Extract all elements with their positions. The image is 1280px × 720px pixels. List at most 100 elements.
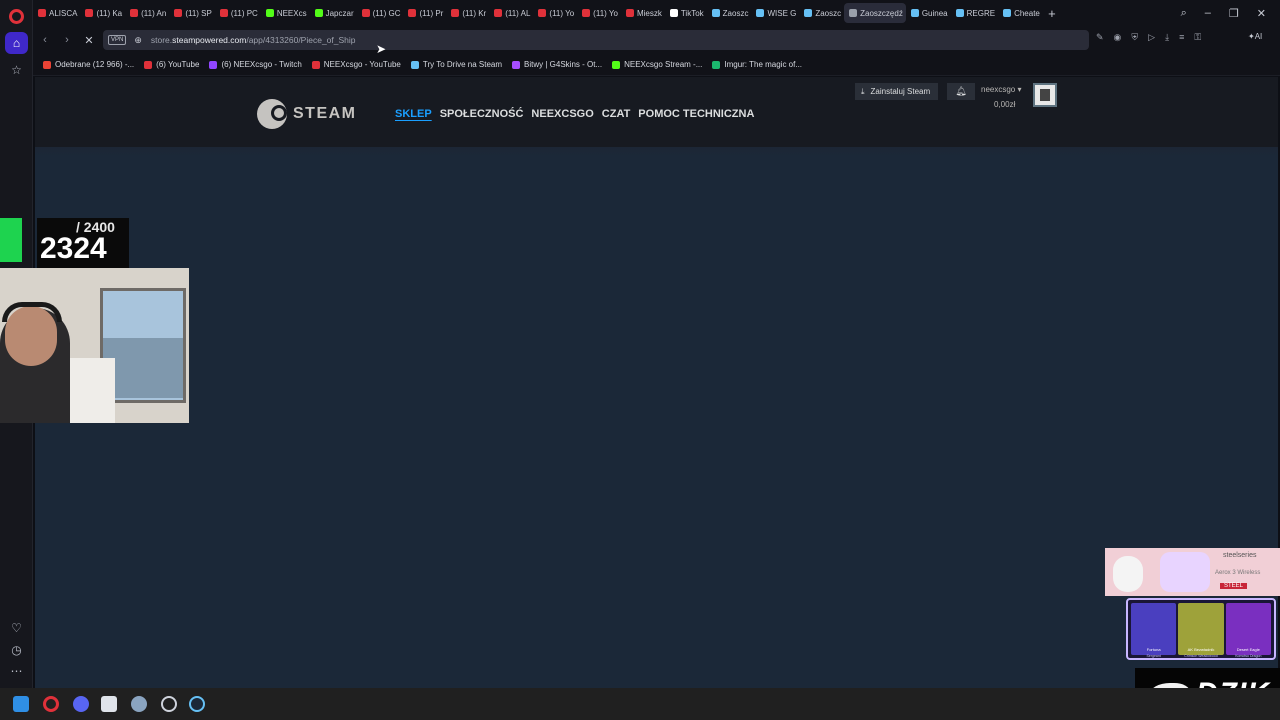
steam-nav-item[interactable]: POMOC TECHNICZNA (638, 108, 754, 120)
obs-icon[interactable] (161, 696, 177, 712)
play-icon[interactable]: ▷ (1148, 32, 1155, 43)
browser-tab[interactable]: (11) Ka (80, 3, 125, 23)
store-subnav (35, 147, 1278, 157)
tab-favicon-icon (538, 9, 547, 17)
browser-tab[interactable]: (11) AL (489, 3, 533, 23)
bookmark-label: (6) NEEXcsgo - Twitch (221, 60, 302, 69)
bookmark-item[interactable]: Bitwy | G4Skins - Ot... (512, 60, 602, 69)
aria-ai-button[interactable]: ✦AI (1248, 32, 1262, 41)
bookmark-favicon-icon (512, 60, 521, 69)
avatar[interactable] (1033, 83, 1057, 107)
browser-tab[interactable]: (11) Pr (403, 3, 446, 23)
skin-subtitle: Sergeant (1146, 654, 1161, 658)
bookmark-item[interactable]: NEEXcsgo Stream -... (612, 60, 702, 69)
browser-tab[interactable]: Japczar (310, 3, 357, 23)
browser-tab[interactable]: Mieszk (621, 3, 665, 23)
address-tools: ✎ ◉ ⛨ ▷ ⤓ ≡ ⚿ (1096, 32, 1201, 43)
tab-favicon-icon (174, 9, 183, 17)
shield-icon[interactable]: ⛨ (1131, 32, 1138, 43)
account-name: neexcsgo (981, 85, 1016, 94)
heart-icon[interactable]: ♡ (8, 619, 25, 636)
forward-icon[interactable]: › (59, 32, 75, 48)
browser-tab[interactable]: (11) Yo (533, 3, 577, 23)
browser-tab[interactable]: Zaoszc (799, 3, 844, 23)
browser-tab[interactable]: Guinea (906, 3, 951, 23)
download-icon[interactable]: ⤓ (1165, 32, 1169, 43)
opera-taskbar-icon[interactable] (43, 696, 59, 712)
back-icon[interactable]: ‹ (37, 32, 53, 48)
camera-icon[interactable]: ◉ (1114, 32, 1122, 43)
history-icon[interactable]: ◷ (8, 641, 25, 658)
search-icon[interactable]: ⌕ (1181, 7, 1187, 20)
browser-tab[interactable]: Zaoszczędź (844, 3, 906, 23)
browser-tab[interactable]: TikTok (665, 3, 707, 23)
bookmark-item[interactable]: NEEXcsgo - YouTube (311, 60, 401, 69)
star-icon[interactable]: ☆ (8, 61, 25, 78)
more-icon[interactable]: ⋯ (8, 662, 25, 679)
edit-icon[interactable]: ✎ (1096, 32, 1104, 43)
bookmarks-bar: Odebrane (12 966) -... (6) YouTube (6) NEE… (33, 54, 1280, 76)
browser-tab[interactable]: (11) GC (357, 3, 404, 23)
discord-icon[interactable] (73, 696, 89, 712)
steam-taskbar-icon[interactable] (189, 696, 205, 712)
close-icon[interactable]: ✕ (1257, 7, 1266, 20)
steam-nav-item[interactable]: NEEXCSGO (531, 108, 593, 120)
tab-label: (11) Kr (462, 8, 487, 18)
install-steam-button[interactable]: ⤓ Zainstaluj Steam (855, 83, 939, 100)
notifications-button[interactable]: 🔔︎ (947, 83, 975, 100)
browser-tab[interactable]: (11) Yo (577, 3, 621, 23)
url-text[interactable]: store.steampowered.com/app/4313260/Piece… (151, 35, 356, 45)
bookmark-item[interactable]: Odebrane (12 966) -... (43, 60, 134, 69)
minimize-icon[interactable]: – (1205, 7, 1211, 19)
bookmark-item[interactable]: Imgur: The magic of... (712, 60, 802, 69)
tab-favicon-icon (849, 9, 858, 17)
vpn-badge[interactable]: VPN (108, 35, 127, 45)
tab-label: (11) Pr (419, 8, 444, 18)
tab-label: Japczar (325, 8, 354, 18)
browser-tab[interactable]: (11) An (125, 3, 169, 23)
account-menu[interactable]: neexcsgo ▾ (981, 85, 1022, 94)
webcam-feed (0, 268, 189, 423)
bookmark-favicon-icon (712, 60, 721, 69)
bookmark-label: Try To Drive na Steam (422, 60, 503, 69)
tab-favicon-icon (804, 9, 813, 17)
bookmark-item[interactable]: Try To Drive na Steam (410, 60, 503, 69)
steam-nav-item[interactable]: CZAT (602, 108, 631, 120)
browser-tab[interactable]: (11) PC (215, 3, 261, 23)
steam-logo[interactable]: STEAM (257, 99, 357, 129)
tab-label: (11) SP (185, 8, 212, 18)
skin-name: AK Bezwładnik (1187, 647, 1215, 652)
install-steam-label: Zainstaluj Steam (870, 87, 931, 96)
stop-icon[interactable]: ✕ (81, 32, 97, 48)
bookmark-item[interactable]: (6) YouTube (144, 60, 199, 69)
app-window-icon[interactable] (101, 696, 117, 712)
new-tab-button[interactable]: + (1043, 6, 1061, 21)
site-info-icon[interactable]: ⊕ (134, 35, 142, 46)
steam-nav-item[interactable]: SPOŁECZNOŚĆ (440, 108, 524, 120)
browser-tab[interactable]: WISE G (751, 3, 799, 23)
lock-icon[interactable]: ⚿ (1194, 32, 1201, 43)
settings-icon[interactable] (131, 696, 147, 712)
browser-tab[interactable]: NEEXcs (261, 3, 310, 23)
browser-tab[interactable]: (11) SP (169, 3, 215, 23)
browser-tab[interactable]: REGRE (951, 3, 998, 23)
menu-icon[interactable]: ≡ (1179, 32, 1184, 43)
url-bar[interactable]: VPN ⊕ store.steampowered.com/app/4313260… (103, 30, 1089, 50)
restore-icon[interactable]: ❐ (1229, 7, 1239, 20)
url-prefix: store. (150, 35, 173, 45)
windows-start-icon[interactable] (13, 696, 29, 712)
browser-tab[interactable]: ALISCA (33, 3, 80, 23)
tab-label: (11) Yo (549, 8, 575, 18)
mouse-cursor-icon: ➤ (376, 42, 387, 56)
browser-tab[interactable]: Zaoszc (707, 3, 752, 23)
bookmark-label: Bitwy | G4Skins - Ot... (524, 60, 603, 69)
tab-label: Cheate (1014, 8, 1040, 18)
download-icon: ⤓ (861, 86, 865, 96)
bookmark-item[interactable]: (6) NEEXcsgo - Twitch (209, 60, 302, 69)
browser-tab[interactable]: Cheate (998, 3, 1043, 23)
browser-tab[interactable]: (11) Kr (446, 3, 489, 23)
home-icon[interactable]: ⌂ (5, 32, 28, 54)
tab-label: TikTok (680, 8, 704, 18)
steam-nav-item[interactable]: SKLEP (395, 108, 432, 120)
opera-logo-icon[interactable] (9, 9, 24, 24)
